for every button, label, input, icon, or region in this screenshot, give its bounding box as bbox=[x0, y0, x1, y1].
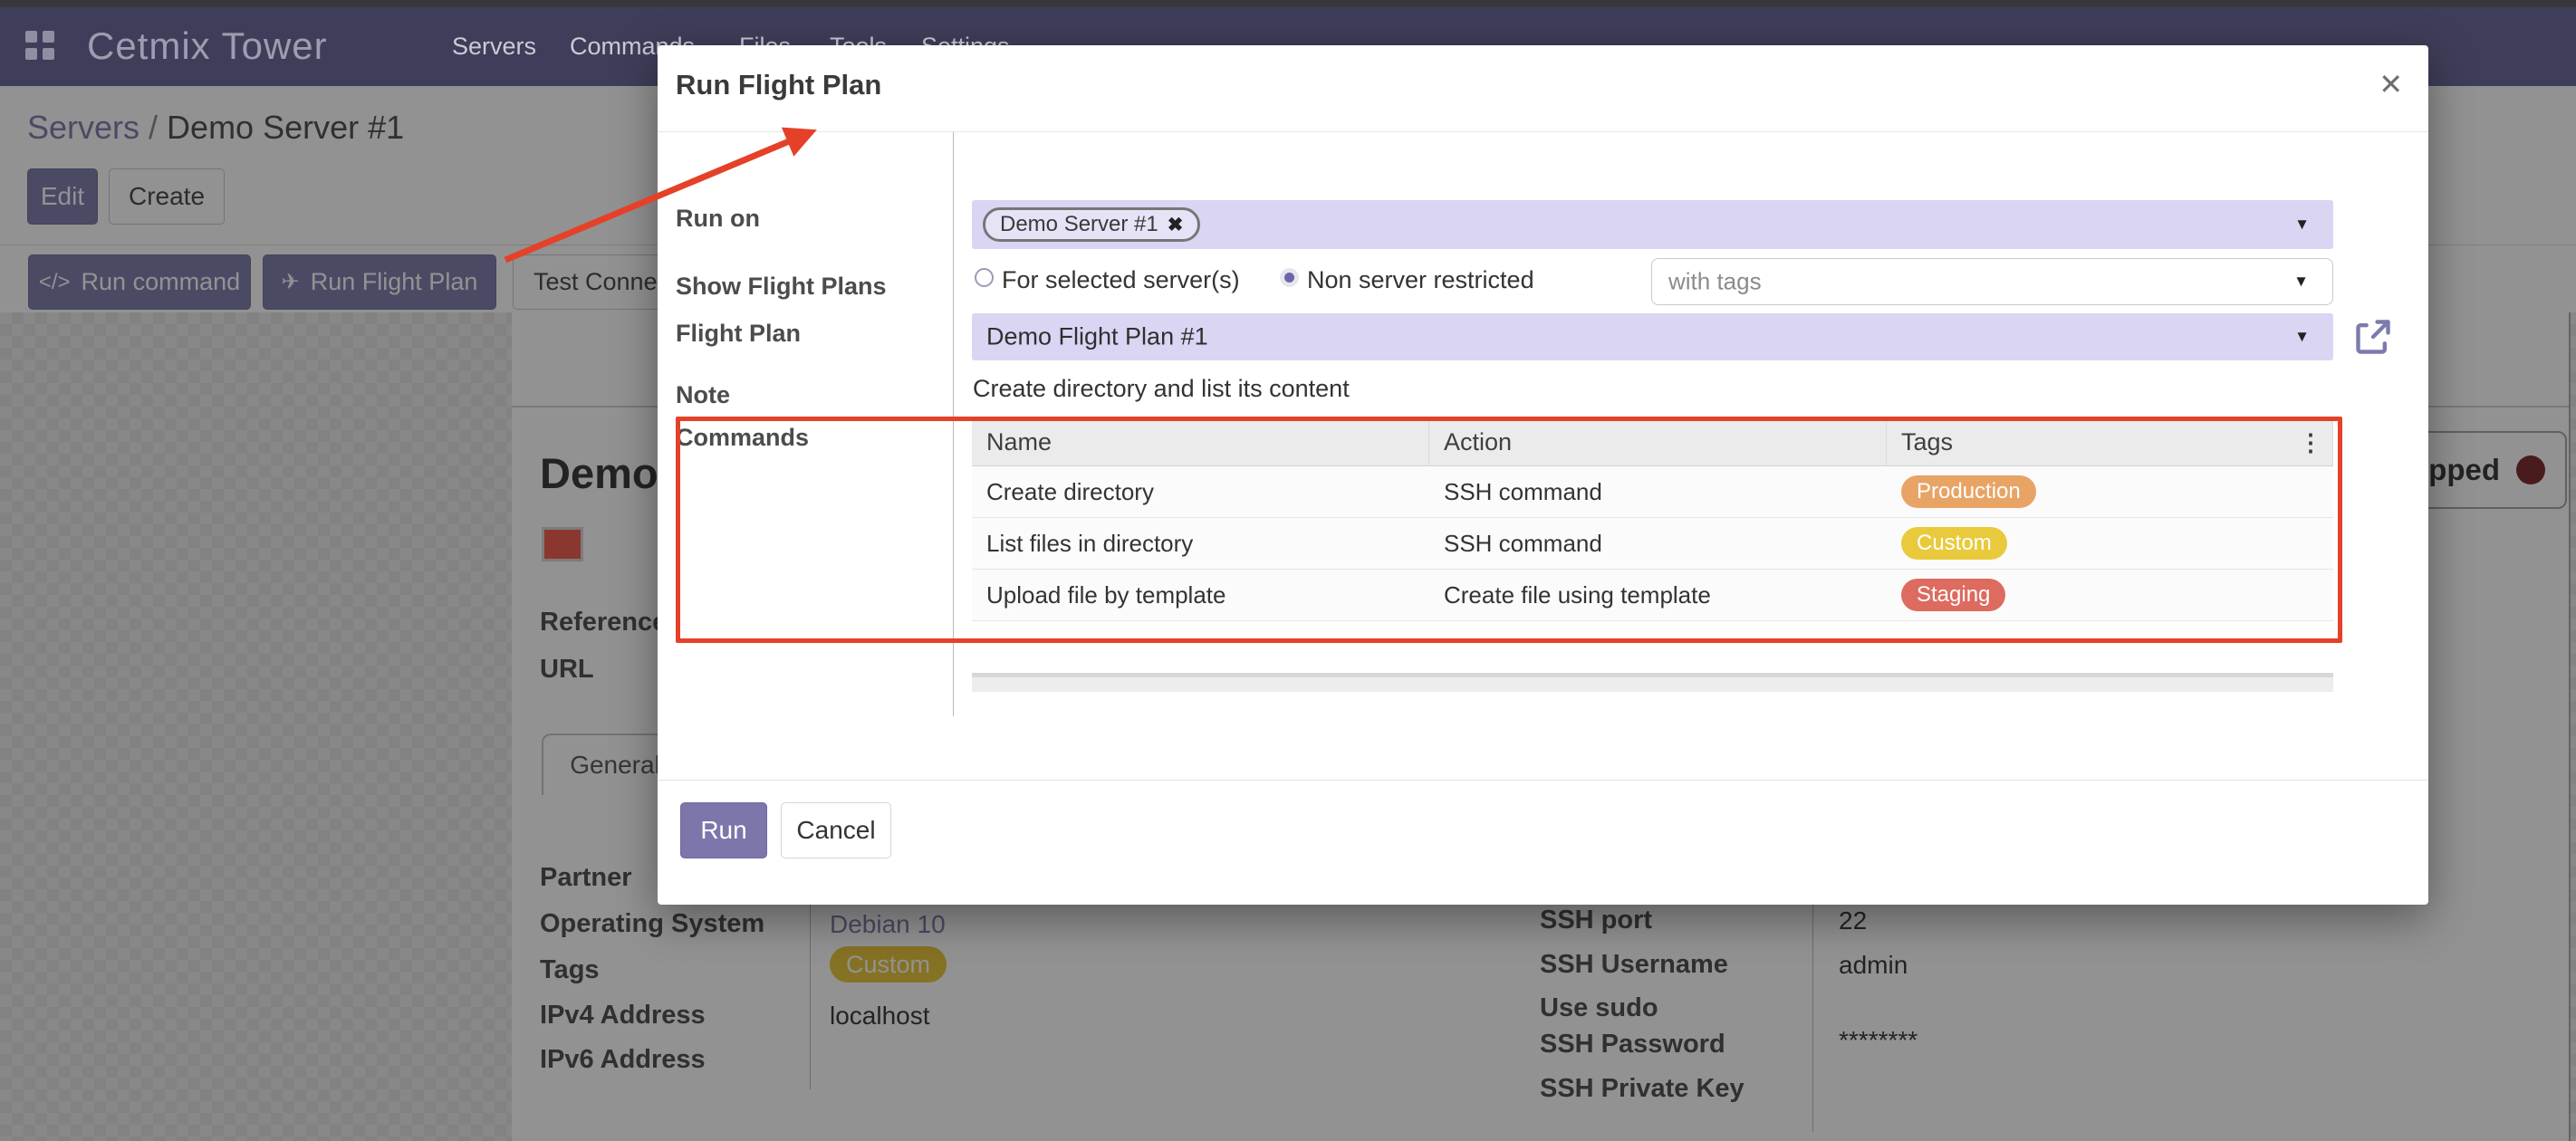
flight-plan-select[interactable]: Demo Flight Plan #1 ▼ bbox=[972, 313, 2333, 360]
annotation-rectangle bbox=[676, 417, 2342, 643]
radio-for-selected-servers[interactable] bbox=[975, 268, 994, 287]
radio-non-server-restricted-label[interactable]: Non server restricted bbox=[1307, 266, 1534, 294]
tags-filter-input[interactable]: with tags ▼ bbox=[1651, 258, 2333, 305]
note-label: Note bbox=[676, 381, 730, 409]
run-button[interactable]: Run bbox=[680, 802, 767, 858]
annotation-arrow bbox=[487, 110, 841, 283]
selected-server-pill: Demo Server #1 ✖ bbox=[983, 207, 1200, 242]
dropdown-caret-icon[interactable]: ▼ bbox=[2294, 328, 2310, 346]
close-icon[interactable]: ✕ bbox=[2379, 67, 2403, 101]
run-on-select[interactable]: Demo Server #1 ✖ ▼ bbox=[972, 200, 2333, 249]
dropdown-caret-icon[interactable]: ▼ bbox=[2293, 273, 2309, 291]
radio-non-server-restricted[interactable] bbox=[1280, 268, 1299, 287]
flight-plan-value: Demo Flight Plan #1 bbox=[986, 323, 1208, 351]
dialog-header-divider bbox=[658, 131, 2428, 132]
tags-filter-placeholder: with tags bbox=[1668, 268, 1762, 296]
dialog-footer-divider bbox=[658, 780, 2428, 781]
remove-server-icon[interactable]: ✖ bbox=[1168, 214, 1184, 236]
apps-menu-icon[interactable] bbox=[25, 31, 54, 60]
note-value: Create directory and list its content bbox=[973, 375, 1350, 403]
window-top-strip bbox=[0, 0, 2576, 7]
flight-plan-label: Flight Plan bbox=[676, 320, 801, 348]
dropdown-caret-icon[interactable]: ▼ bbox=[2294, 216, 2310, 234]
dialog-title: Run Flight Plan bbox=[676, 69, 881, 101]
horizontal-scrollbar[interactable] bbox=[972, 673, 2333, 692]
nav-item-servers[interactable]: Servers bbox=[452, 33, 536, 61]
external-link-icon[interactable] bbox=[2353, 317, 2393, 357]
radio-for-selected-servers-label[interactable]: For selected server(s) bbox=[1002, 266, 1240, 294]
app-brand[interactable]: Cetmix Tower bbox=[87, 24, 328, 68]
cancel-button[interactable]: Cancel bbox=[781, 802, 891, 858]
